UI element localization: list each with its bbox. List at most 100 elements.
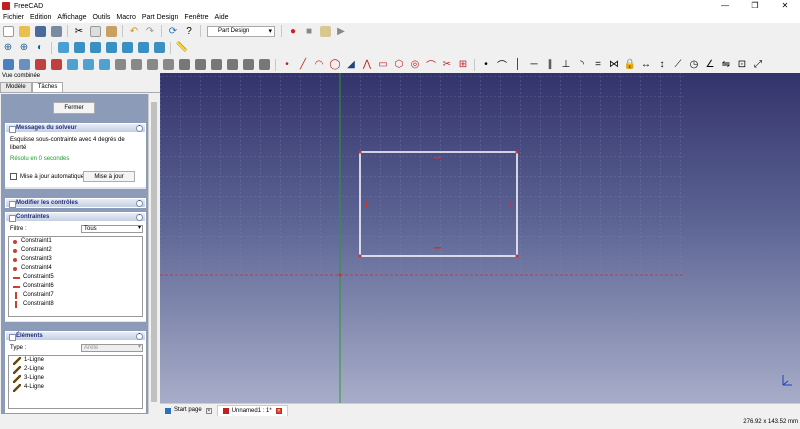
sketch-line-icon[interactable]: ╱ bbox=[296, 58, 310, 72]
hole-icon[interactable] bbox=[193, 58, 207, 72]
toggle-driving-icon[interactable]: ⤢ bbox=[751, 58, 765, 72]
pipe-icon[interactable] bbox=[161, 58, 175, 72]
filter-select[interactable]: Tous bbox=[81, 225, 143, 233]
sketch-rectangle-icon[interactable]: ▭ bbox=[376, 58, 390, 72]
constrain-horizontal-distance-icon[interactable]: ↔ bbox=[639, 58, 653, 72]
constrain-snell-icon[interactable]: ⇋ bbox=[719, 58, 733, 72]
collapse-icon[interactable]: ˆ bbox=[136, 333, 143, 340]
loft-icon[interactable] bbox=[145, 58, 159, 72]
sketch-conic-icon[interactable]: ◢ bbox=[344, 58, 358, 72]
elements-header[interactable]: Éléments ˆ bbox=[5, 331, 146, 341]
save-as-icon[interactable] bbox=[49, 24, 63, 38]
part-design-body-icon[interactable] bbox=[1, 58, 15, 72]
tab-unnamed1[interactable]: Unnamed1 : 1* × bbox=[216, 405, 288, 416]
sketch-slot-icon[interactable]: ◎ bbox=[408, 58, 422, 72]
view-isometric-icon[interactable] bbox=[56, 41, 70, 55]
draw-style-icon[interactable]: ◐ bbox=[33, 41, 47, 55]
list-item[interactable]: Constraint8 bbox=[9, 300, 142, 309]
constrain-coincident-icon[interactable]: • bbox=[479, 58, 493, 72]
view-bottom-icon[interactable] bbox=[136, 41, 150, 55]
redo-icon[interactable]: ↷ bbox=[143, 24, 157, 38]
sketch-circle-icon[interactable]: ◯ bbox=[328, 58, 342, 72]
undo-icon[interactable]: ↶ bbox=[127, 24, 141, 38]
groove-icon[interactable] bbox=[209, 58, 223, 72]
measure-icon[interactable]: 📏 bbox=[175, 41, 189, 55]
menu-edition[interactable]: Edition bbox=[27, 14, 54, 21]
fit-selection-icon[interactable]: ⊕ bbox=[17, 41, 31, 55]
constraints-header[interactable]: Contraintes ˆ bbox=[5, 212, 146, 222]
record-macro-icon[interactable]: ● bbox=[286, 24, 300, 38]
constrain-point-on-object-icon[interactable]: ⌒ bbox=[495, 58, 509, 72]
execute-macro-icon[interactable]: ▶ bbox=[334, 24, 348, 38]
tab-taches[interactable]: Tâches bbox=[31, 82, 64, 92]
expand-icon[interactable]: ˇ bbox=[136, 200, 143, 207]
validate-sketch-icon[interactable] bbox=[49, 58, 63, 72]
constrain-angle-icon[interactable]: ∠ bbox=[703, 58, 717, 72]
edit-controls-header[interactable]: Modifier les contrôles ˇ bbox=[5, 198, 146, 208]
constrain-vertical-distance-icon[interactable]: ↕ bbox=[655, 58, 669, 72]
menu-part-design[interactable]: Part Design bbox=[139, 14, 182, 21]
close-task-button[interactable]: Fermer bbox=[53, 102, 95, 114]
sketch-canvas[interactable] bbox=[160, 73, 800, 403]
constrain-symmetric-icon[interactable]: ⋈ bbox=[607, 58, 621, 72]
sketch-fillet-icon[interactable]: ⌒ bbox=[424, 58, 438, 72]
list-item[interactable]: 1-Ligne bbox=[9, 356, 142, 365]
update-button[interactable]: Mise à jour bbox=[83, 171, 135, 182]
fillet-icon[interactable] bbox=[225, 58, 239, 72]
constrain-distance-icon[interactable]: ⟋ bbox=[671, 58, 685, 72]
view-rear-icon[interactable] bbox=[120, 41, 134, 55]
constrain-parallel-icon[interactable]: ∥ bbox=[543, 58, 557, 72]
menu-fichier[interactable]: Fichier bbox=[0, 14, 27, 21]
datum-line-icon[interactable] bbox=[81, 58, 95, 72]
paste-icon[interactable] bbox=[104, 24, 118, 38]
tab-modele[interactable]: Modèle bbox=[0, 82, 32, 92]
collapse-icon[interactable]: ˆ bbox=[136, 125, 143, 132]
menu-macro[interactable]: Macro bbox=[113, 14, 138, 21]
view-right-icon[interactable] bbox=[104, 41, 118, 55]
view-top-icon[interactable] bbox=[88, 41, 102, 55]
sketch-external-icon[interactable]: ⊞ bbox=[456, 58, 470, 72]
task-panel-scrollbar[interactable] bbox=[148, 94, 158, 414]
draft-icon[interactable] bbox=[257, 58, 271, 72]
workbench-selector[interactable]: Part Design bbox=[207, 25, 275, 37]
tab-start-page[interactable]: Start page × bbox=[160, 405, 217, 416]
stop-macro-icon[interactable]: ■ bbox=[302, 24, 316, 38]
list-item[interactable]: Constraint6 bbox=[9, 282, 142, 291]
revolution-icon[interactable] bbox=[129, 58, 143, 72]
whats-this-icon[interactable]: ? bbox=[182, 24, 196, 38]
pocket-icon[interactable] bbox=[177, 58, 191, 72]
list-item[interactable]: 4-Ligne bbox=[9, 383, 142, 392]
chamfer-icon[interactable] bbox=[241, 58, 255, 72]
pad-icon[interactable] bbox=[113, 58, 127, 72]
close-icon[interactable]: × bbox=[275, 408, 282, 414]
constrain-vertical-icon[interactable]: │ bbox=[511, 58, 525, 72]
sketch-icon[interactable] bbox=[33, 58, 47, 72]
save-icon[interactable] bbox=[33, 24, 47, 38]
constrain-horizontal-icon[interactable]: ─ bbox=[527, 58, 541, 72]
list-item[interactable]: Constraint3 bbox=[9, 255, 142, 264]
open-folder-icon[interactable] bbox=[17, 24, 31, 38]
3d-viewport[interactable] bbox=[160, 73, 800, 403]
solver-messages-header[interactable]: Messages du solveur ˆ bbox=[5, 123, 146, 133]
collapse-icon[interactable]: ˆ bbox=[136, 214, 143, 221]
list-item[interactable]: Constraint2 bbox=[9, 246, 142, 255]
view-left-icon[interactable] bbox=[152, 41, 166, 55]
view-front-icon[interactable] bbox=[72, 41, 86, 55]
constrain-radius-icon[interactable]: ◷ bbox=[687, 58, 701, 72]
list-item[interactable]: 2-Ligne bbox=[9, 365, 142, 374]
constrain-equal-icon[interactable]: = bbox=[591, 58, 605, 72]
cut-icon[interactable]: ✂ bbox=[72, 24, 86, 38]
list-item[interactable]: Constraint1 bbox=[9, 237, 142, 246]
scrollbar-thumb[interactable] bbox=[151, 102, 157, 402]
list-item[interactable]: 3-Ligne bbox=[9, 374, 142, 383]
constrain-lock-icon[interactable]: 🔒 bbox=[623, 58, 637, 72]
copy-icon[interactable] bbox=[88, 24, 102, 38]
maximize-button[interactable]: ❐ bbox=[740, 0, 770, 12]
sketch-polyline-icon[interactable]: ⋀ bbox=[360, 58, 374, 72]
datum-plane-icon[interactable] bbox=[97, 58, 111, 72]
sketch-arc-icon[interactable]: ◠ bbox=[312, 58, 326, 72]
auto-update-checkbox[interactable] bbox=[10, 173, 17, 180]
menu-fenetre[interactable]: Fenêtre bbox=[181, 14, 211, 21]
menu-outils[interactable]: Outils bbox=[89, 14, 113, 21]
menu-affichage[interactable]: Affichage bbox=[54, 14, 89, 21]
